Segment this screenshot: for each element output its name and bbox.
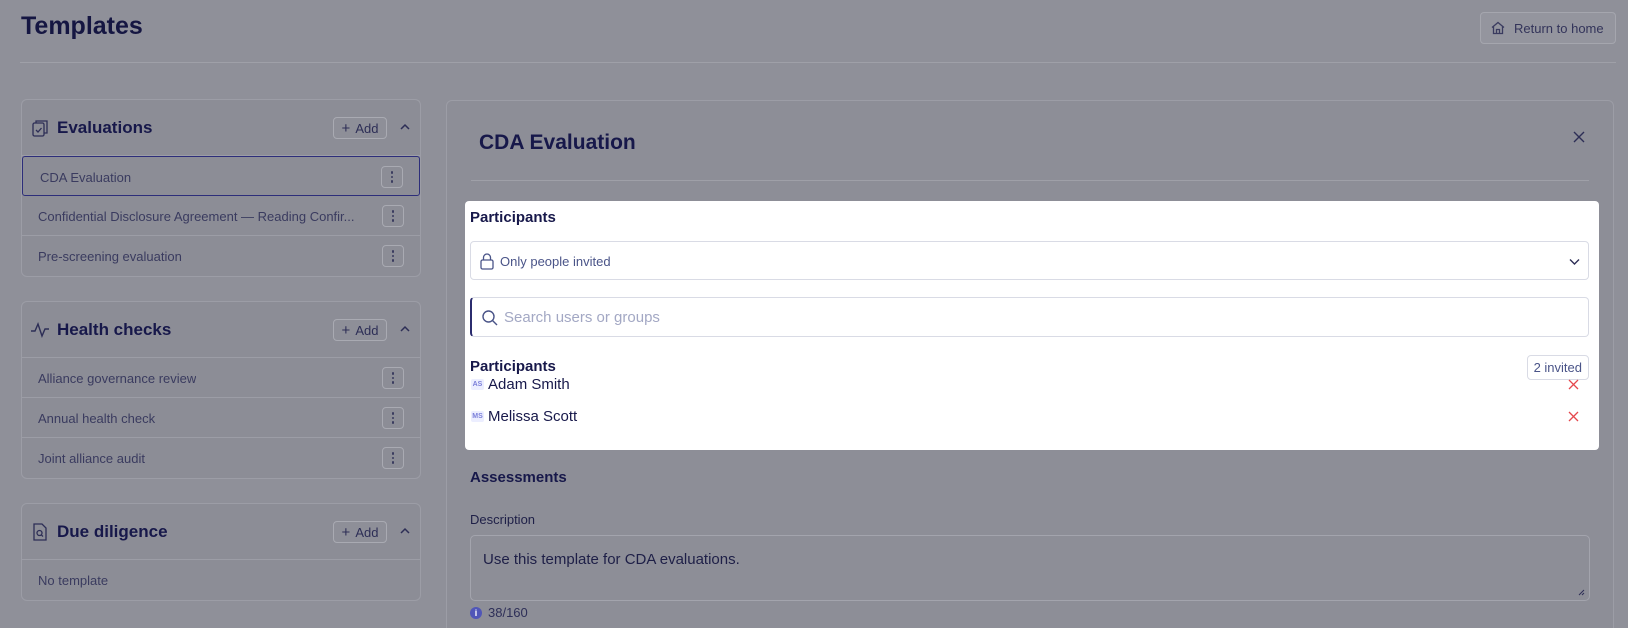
empty-state-label: No template <box>38 573 109 588</box>
avatar: MS <box>471 411 484 422</box>
close-icon[interactable] <box>1573 131 1585 143</box>
participants-list-title: Participants <box>470 358 556 375</box>
panel-title: Due diligence <box>57 522 168 541</box>
more-options-icon[interactable] <box>382 245 404 267</box>
chevron-up-icon[interactable] <box>399 323 411 335</box>
description-textarea[interactable]: Use this template for CDA evaluations. <box>470 535 1590 601</box>
return-home-button[interactable]: Return to home <box>1480 12 1616 44</box>
chevron-up-icon[interactable] <box>399 121 411 133</box>
avatar: AS <box>471 379 484 390</box>
add-label: Add <box>355 524 379 540</box>
search-users-input[interactable] <box>504 307 1504 327</box>
template-item-label: Joint alliance audit <box>38 451 145 466</box>
template-item-confidential-disclosure[interactable]: Confidential Disclosure Agreement — Read… <box>22 196 420 236</box>
chevron-down-icon <box>1569 259 1580 265</box>
description-label: Description <box>470 512 536 527</box>
plus-icon: + <box>341 523 351 541</box>
participants-title: Participants <box>470 209 556 226</box>
empty-state: No template <box>22 560 420 600</box>
chevron-up-icon[interactable] <box>399 525 411 537</box>
clipboard-check-icon <box>32 120 48 137</box>
template-item-annual-health-check[interactable]: Annual health check <box>22 398 420 438</box>
add-due-diligence-button[interactable]: + Add <box>333 521 387 543</box>
template-item-label: CDA Evaluation <box>40 170 132 185</box>
detail-title: CDA Evaluation <box>479 131 636 154</box>
remove-participant-icon[interactable] <box>1568 411 1579 422</box>
panel-header: Health checks + Add <box>22 302 420 358</box>
participant-name: Melissa Scott <box>488 408 578 425</box>
search-icon <box>482 310 498 326</box>
document-search-icon <box>33 523 47 541</box>
more-options-icon[interactable] <box>382 367 404 389</box>
char-counter: i 38/160 <box>470 605 528 620</box>
panel-title: Evaluations <box>57 118 153 137</box>
participant-row: AS Adam Smith <box>470 374 1594 396</box>
participant-name: Adam Smith <box>488 376 570 393</box>
home-icon <box>1491 21 1505 35</box>
template-item-label: Confidential Disclosure Agreement — Read… <box>38 209 355 224</box>
panel-title: Health checks <box>57 320 172 339</box>
visibility-select[interactable]: Only people invited <box>470 241 1589 280</box>
remove-participant-icon[interactable] <box>1568 379 1579 390</box>
template-item-label: Pre-screening evaluation <box>38 249 182 264</box>
template-item-alliance-governance[interactable]: Alliance governance review <box>22 358 420 398</box>
lock-icon <box>480 253 494 270</box>
health-checks-panel: Health checks + Add Alliance governance … <box>21 301 421 479</box>
template-item-label: Alliance governance review <box>38 371 197 386</box>
panel-header: Due diligence + Add <box>22 504 420 560</box>
assessments-title: Assessments <box>470 469 567 486</box>
description-value: Use this template for CDA evaluations. <box>483 551 740 568</box>
more-options-icon[interactable] <box>382 205 404 227</box>
participants-card: Participants Only people invited Partici… <box>465 201 1599 450</box>
add-health-check-button[interactable]: + Add <box>333 319 387 341</box>
more-options-icon[interactable] <box>381 166 403 188</box>
participant-row: MS Melissa Scott <box>470 406 1594 428</box>
panel-header: Evaluations + Add <box>22 100 420 156</box>
template-item-cda-evaluation[interactable]: CDA Evaluation <box>22 156 420 196</box>
char-counter-value: 38/160 <box>488 605 528 620</box>
template-item-label: Annual health check <box>38 411 156 426</box>
plus-icon: + <box>341 321 351 339</box>
evaluations-panel: Evaluations + Add CDA Evaluation Confide… <box>21 99 421 277</box>
pulse-icon <box>31 322 49 338</box>
template-item-joint-alliance-audit[interactable]: Joint alliance audit <box>22 438 420 478</box>
template-item-pre-screening[interactable]: Pre-screening evaluation <box>22 236 420 276</box>
resize-handle-icon[interactable] <box>1578 589 1585 596</box>
search-users-field <box>470 297 1589 337</box>
more-options-icon[interactable] <box>382 447 404 469</box>
divider <box>471 180 1589 181</box>
add-label: Add <box>355 120 379 136</box>
return-home-label: Return to home <box>1514 20 1604 36</box>
more-options-icon[interactable] <box>382 407 404 429</box>
page-header: Templates Return to home <box>20 0 1616 63</box>
page-title: Templates <box>21 12 143 40</box>
due-diligence-panel: Due diligence + Add No template <box>21 503 421 601</box>
add-evaluation-button[interactable]: + Add <box>333 117 387 139</box>
info-icon: i <box>470 606 482 619</box>
plus-icon: + <box>341 119 351 137</box>
add-label: Add <box>355 322 379 338</box>
visibility-value: Only people invited <box>500 254 611 269</box>
